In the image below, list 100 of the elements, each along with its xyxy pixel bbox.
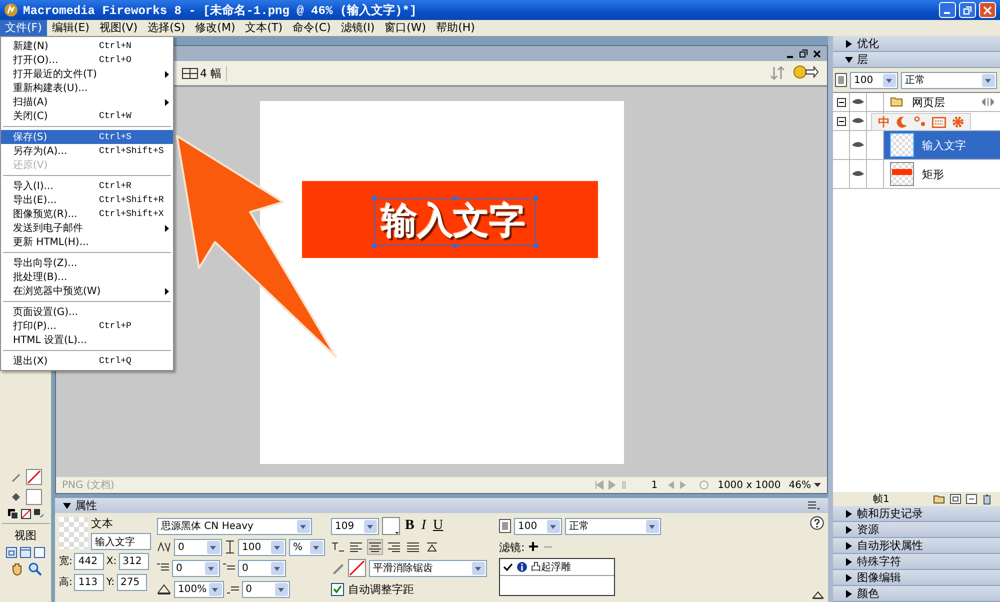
info-icon[interactable] xyxy=(517,562,527,572)
menu-item[interactable]: 导出(E)... Ctrl+Shift+R xyxy=(1,193,173,207)
full-screen-icon[interactable] xyxy=(34,547,45,558)
menu-item[interactable]: 扫描(A) xyxy=(1,95,173,109)
panel-header[interactable]: 层 xyxy=(833,52,1000,68)
menu-item[interactable]: 在浏览器中预览(W) xyxy=(1,284,173,298)
panel-header[interactable]: 优化 xyxy=(833,36,1000,52)
new-layer-icon[interactable] xyxy=(950,494,961,504)
expand-triangle-icon[interactable] xyxy=(845,526,853,534)
panel-header[interactable]: 自动形状属性 xyxy=(833,538,1000,554)
new-folder-icon[interactable] xyxy=(933,494,945,504)
eye-icon[interactable] xyxy=(851,98,865,106)
auto-kern-checkbox[interactable] xyxy=(331,582,344,596)
layer-blend-dropdown[interactable]: 正常 xyxy=(901,72,997,88)
menu-item[interactable]: 批处理(B)... xyxy=(1,270,173,284)
move-handle-icon[interactable] xyxy=(982,98,994,106)
restore-icon[interactable] xyxy=(799,49,808,58)
menu-item[interactable]: 页面设置(G)... xyxy=(1,305,173,319)
menu-item[interactable]: 导入(I)... Ctrl+R xyxy=(1,179,173,193)
menu-item[interactable]: 打印(P)... Ctrl+P xyxy=(1,319,173,333)
menu-item[interactable]: 选择(S) xyxy=(142,20,190,36)
menu-item[interactable]: 视图(V) xyxy=(94,20,143,36)
add-filter-icon[interactable] xyxy=(528,541,540,553)
check-icon[interactable] xyxy=(503,562,513,572)
menu-item[interactable]: 文本(T) xyxy=(240,20,288,36)
menu-item[interactable]: 打开(O)... Ctrl+O xyxy=(1,53,173,67)
expand-triangle-icon[interactable] xyxy=(845,558,853,566)
expand-triangle-icon[interactable] xyxy=(845,40,853,48)
close-icon[interactable] xyxy=(813,50,821,58)
expand-triangle-icon[interactable] xyxy=(845,510,853,518)
expand-triangle-icon[interactable] xyxy=(845,56,853,64)
leading-unit-dropdown[interactable]: % xyxy=(289,538,325,556)
panel-header[interactable]: 特殊字符 xyxy=(833,554,1000,570)
restore-button[interactable] xyxy=(959,2,976,18)
opacity-field[interactable]: 100 xyxy=(514,518,562,534)
collapse-icon[interactable] xyxy=(812,591,824,599)
collapse-triangle-icon[interactable] xyxy=(63,502,71,508)
menu-item[interactable]: 文件(F) xyxy=(0,20,47,36)
text-color-swatch-icon[interactable] xyxy=(382,517,400,535)
space-before-field[interactable]: 0 xyxy=(238,560,286,576)
menu-item[interactable]: 导出向导(Z)... xyxy=(1,256,173,270)
menu-item[interactable]: 关闭(C) Ctrl+W xyxy=(1,109,173,123)
menu-item[interactable]: 修改(M) xyxy=(190,20,240,36)
close-button[interactable] xyxy=(979,2,996,18)
menu-item[interactable]: 重新构建表(U)... xyxy=(1,81,173,95)
kerning-field[interactable]: 0 xyxy=(174,538,222,556)
text-style-button[interactable]: U xyxy=(431,518,446,534)
object-name-field[interactable]: 输入文字 xyxy=(91,533,151,550)
help-icon[interactable] xyxy=(810,516,824,530)
font-size-field[interactable]: 109 xyxy=(331,518,379,534)
layer-name[interactable]: 矩形 xyxy=(922,166,944,182)
moon-icon[interactable] xyxy=(896,116,908,128)
dimension-field[interactable]: 442 xyxy=(74,552,104,570)
leading-field[interactable]: 100 xyxy=(238,538,286,556)
no-color-icon[interactable] xyxy=(20,509,30,519)
panel-header[interactable]: 图像编辑 xyxy=(833,570,1000,586)
blend-mode-dropdown[interactable]: 正常 xyxy=(565,518,661,534)
zoom-dropdown[interactable]: 46% xyxy=(788,480,821,490)
full-screen-menu-icon[interactable] xyxy=(20,547,31,558)
panel-header[interactable]: 颜色 xyxy=(833,586,1000,602)
menu-item[interactable]: 帮助(H) xyxy=(431,20,480,36)
menu-item[interactable]: 保存(S) Ctrl+S xyxy=(1,130,173,144)
layer-name[interactable]: 网页层 xyxy=(912,94,945,110)
caret-icon[interactable] xyxy=(814,483,821,487)
keyboard-icon[interactable] xyxy=(932,116,946,128)
horizontal-scale-field[interactable]: 100% xyxy=(174,580,224,598)
anti-alias-dropdown[interactable]: 平滑消除锯齿 xyxy=(369,560,487,576)
menu-item[interactable]: 新建(N) Ctrl+N xyxy=(1,39,173,53)
menu-item[interactable]: 命令(C) xyxy=(288,20,336,36)
default-colors-icon[interactable] xyxy=(8,509,18,519)
minimize-button[interactable] xyxy=(939,2,956,18)
options-menu-icon[interactable] xyxy=(808,500,820,510)
collapse-toggle-icon[interactable] xyxy=(836,116,846,126)
collapse-toggle-icon[interactable] xyxy=(836,98,846,106)
expand-triangle-icon[interactable] xyxy=(845,542,853,550)
trash-icon[interactable] xyxy=(982,494,992,504)
eye-icon[interactable] xyxy=(851,117,865,125)
text-direction-icon[interactable] xyxy=(331,541,345,553)
eye-icon[interactable] xyxy=(851,170,865,178)
layer-opacity-field[interactable]: 100 xyxy=(850,72,898,88)
menu-item[interactable]: 图像预览(R)... Ctrl+Shift+X xyxy=(1,207,173,221)
text-style-button[interactable]: I xyxy=(419,518,428,534)
menu-item[interactable]: 更新 HTML(H)... xyxy=(1,235,173,249)
text-style-button[interactable]: B xyxy=(403,518,416,534)
menu-item[interactable]: 退出(X) Ctrl+Q xyxy=(1,354,173,368)
expand-triangle-icon[interactable] xyxy=(845,590,853,598)
hand-icon[interactable] xyxy=(10,562,24,576)
duplicate-layer-icon[interactable] xyxy=(966,494,977,504)
menu-item[interactable]: 编辑(E) xyxy=(46,20,94,36)
menu-item[interactable]: 发送到电子邮件 xyxy=(1,221,173,235)
restore-icon[interactable] xyxy=(963,6,972,14)
menu-item[interactable]: 窗口(W) xyxy=(380,20,432,36)
expand-triangle-icon[interactable] xyxy=(845,574,853,582)
menu-item[interactable]: 打开最近的文件(T) xyxy=(1,67,173,81)
stroke-swatch-icon[interactable] xyxy=(26,469,42,485)
menu-item[interactable]: 滤镜(I) xyxy=(336,20,380,36)
fill-swatch-icon[interactable] xyxy=(26,489,42,505)
dimension-field[interactable]: 312 xyxy=(118,552,149,570)
eye-icon[interactable] xyxy=(851,141,865,149)
menu-item[interactable]: HTML 设置(L)... xyxy=(1,333,173,347)
